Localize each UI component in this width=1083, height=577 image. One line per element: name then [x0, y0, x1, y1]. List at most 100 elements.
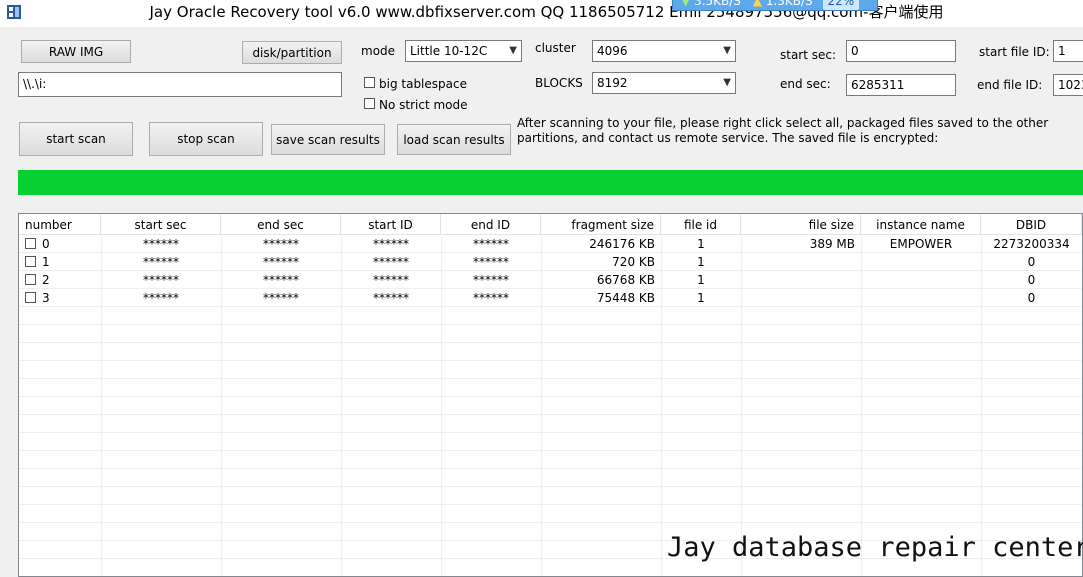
grid-line: [341, 234, 342, 576]
grid-line: [19, 252, 1082, 253]
arrow-up-icon: ▲: [752, 0, 762, 8]
cell-end-sec: ******: [263, 255, 299, 269]
cell-start-id: ******: [373, 237, 409, 251]
blocks-value: 8192: [597, 76, 628, 90]
network-speed-widget[interactable]: ▼ 3.5KB/S ▲ 1.3KB/S 22%: [672, 0, 878, 11]
grid-line: [861, 234, 862, 576]
column-header-start-id[interactable]: start ID: [341, 214, 441, 234]
start-file-id-input[interactable]: 1: [1053, 40, 1083, 62]
table-row[interactable]: 2 ****** ****** ****** ****** 66768 KB 1 0: [19, 271, 1082, 289]
stop-scan-button[interactable]: stop scan: [149, 122, 263, 156]
table-header: number start sec end sec start ID end ID frag…: [19, 214, 1082, 235]
end-sec-input[interactable]: 6285311: [846, 74, 956, 96]
cell-file-size: 389 MB: [809, 237, 855, 251]
cell-fragment-size: 75448 KB: [596, 291, 655, 305]
no-strict-mode-checkbox[interactable]: [364, 98, 375, 109]
cell-start-sec: ******: [143, 273, 179, 287]
column-header-end-id[interactable]: end ID: [441, 214, 541, 234]
watermark-text: Jay database repair center: [667, 532, 1083, 563]
grid-line: [221, 234, 222, 576]
no-strict-mode-label: No strict mode: [379, 98, 468, 112]
cell-dbid: 0: [1027, 273, 1036, 287]
column-header-file-size[interactable]: file size: [741, 214, 861, 234]
cluster-select[interactable]: 4096 ▼: [592, 40, 736, 62]
grid-line: [19, 468, 1082, 469]
path-input[interactable]: \\.\i:: [18, 72, 342, 97]
cell-start-id: ******: [373, 255, 409, 269]
row-checkbox[interactable]: [25, 274, 36, 285]
cell-end-id: ******: [473, 255, 509, 269]
cell-file-size: [741, 253, 861, 271]
results-table[interactable]: number start sec end sec start ID end ID frag…: [18, 213, 1083, 577]
start-sec-input[interactable]: 0: [846, 40, 956, 62]
grid-line: [19, 486, 1082, 487]
cell-dbid: 0: [1027, 291, 1036, 305]
load-scan-results-button[interactable]: load scan results: [397, 124, 511, 155]
grid-line: [981, 234, 982, 576]
raw-img-button[interactable]: RAW IMG: [21, 40, 131, 63]
grid-line: [19, 306, 1082, 307]
chevron-down-icon: ▼: [509, 45, 517, 56]
cell-number-wrap: 0: [19, 235, 101, 253]
cell-start-sec: ******: [143, 255, 179, 269]
column-header-fragment-size[interactable]: fragment size: [541, 214, 661, 234]
grid-line: [19, 324, 1082, 325]
cell-end-sec: ******: [263, 273, 299, 287]
cluster-label: cluster: [535, 41, 576, 55]
cell-number: 2: [42, 273, 50, 287]
cell-instance-name: [861, 271, 981, 289]
big-tablespace-checkbox[interactable]: [364, 77, 375, 88]
cell-fragment-size: 66768 KB: [596, 273, 655, 287]
cell-start-id: ******: [373, 273, 409, 287]
table-row[interactable]: 1 ****** ****** ****** ****** 720 KB 1 0: [19, 253, 1082, 271]
cell-start-sec: ******: [143, 237, 179, 251]
column-header-start-sec[interactable]: start sec: [101, 214, 221, 234]
cell-fragment-size: 720 KB: [612, 255, 655, 269]
cluster-value: 4096: [597, 44, 628, 58]
chevron-down-icon: ▼: [723, 77, 731, 88]
mode-select[interactable]: Little 10-12C ▼: [405, 40, 522, 62]
column-header-instance-name[interactable]: instance name: [861, 214, 981, 234]
grid-line: [19, 432, 1082, 433]
cell-file-size: [741, 271, 861, 289]
row-checkbox[interactable]: [25, 292, 36, 303]
grid-line: [741, 234, 742, 576]
cell-number: 0: [42, 237, 50, 251]
row-checkbox[interactable]: [25, 238, 36, 249]
cell-number: 3: [42, 291, 50, 305]
end-file-id-input[interactable]: 1023: [1053, 74, 1083, 96]
big-tablespace-label: big tablespace: [379, 77, 467, 91]
cell-end-sec: ******: [263, 291, 299, 305]
start-file-id-label: start file ID:: [979, 45, 1050, 59]
table-row[interactable]: 0 ****** ****** ****** ****** 246176 KB 1 389 M…: [19, 235, 1082, 253]
grid-line: [101, 234, 102, 576]
column-header-number[interactable]: number: [19, 214, 101, 234]
grid-line: [19, 360, 1082, 361]
cell-number-wrap: 2: [19, 271, 101, 289]
column-header-file-id[interactable]: file id: [661, 214, 741, 234]
grid-line: [541, 234, 542, 576]
window-title: Jay Oracle Recovery tool v6.0 www.dbfixs…: [149, 3, 944, 21]
cell-file-id: 1: [697, 237, 705, 251]
cell-end-id: ******: [473, 237, 509, 251]
cell-file-id: 1: [697, 291, 705, 305]
column-header-dbid[interactable]: DBID: [981, 214, 1082, 234]
cell-dbid: 0: [1027, 255, 1036, 269]
start-scan-button[interactable]: start scan: [19, 122, 133, 156]
cell-end-id: ******: [473, 273, 509, 287]
cell-start-id: ******: [373, 291, 409, 305]
cell-start-sec: ******: [143, 291, 179, 305]
column-header-end-sec[interactable]: end sec: [221, 214, 341, 234]
chevron-down-icon: ▼: [723, 45, 731, 56]
grid-line: [19, 288, 1082, 289]
table-row[interactable]: 3 ****** ****** ****** ****** 75448 KB 1 0: [19, 289, 1082, 307]
blocks-label: BLOCKS: [535, 76, 583, 90]
disk-partition-button[interactable]: disk/partition: [242, 41, 342, 64]
grid-line: [19, 342, 1082, 343]
cell-number-wrap: 1: [19, 253, 101, 271]
row-checkbox[interactable]: [25, 256, 36, 267]
blocks-select[interactable]: 8192 ▼: [592, 72, 736, 94]
end-sec-label: end sec:: [780, 77, 831, 91]
mode-value: Little 10-12C: [410, 44, 488, 58]
save-scan-results-button[interactable]: save scan results: [271, 124, 385, 155]
